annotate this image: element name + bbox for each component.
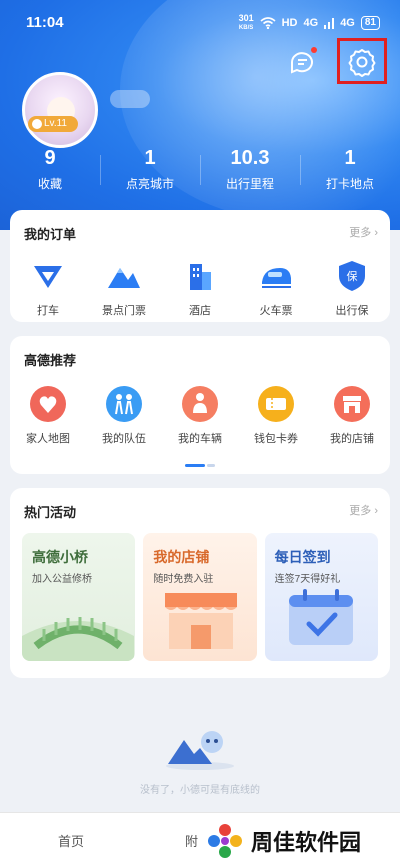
avatar[interactable] [22,72,98,148]
stat-checkins[interactable]: 1 打卡地点 [300,145,400,192]
signal-1: 4G [303,17,319,29]
recommend-card: 高德推荐 家人地图 我的队伍 我的车辆 钱包卡券 我的店铺 [10,336,390,474]
activities-card: 热门活动 更多 › 高德小桥 加入公益修桥 我的店铺 随时免费入驻 每日签到 连… [10,488,390,678]
rec-shop[interactable]: 我的店铺 [314,386,390,446]
bridge-illustration [22,617,134,661]
level-icon [32,119,42,129]
mountain-icon [106,258,142,294]
stat-mileage[interactable]: 10.3 出行里程 [200,145,300,192]
activity-checkin[interactable]: 每日签到 连签7天得好礼 [264,533,378,661]
status-icons: 301 KB/S HD 4G 4G 81 [239,14,380,32]
orders-grid: 打车 景点门票 酒店 火车票 保 出行保 [10,258,390,318]
order-hotel[interactable]: 酒店 [162,258,238,318]
family-map-icon [30,386,66,422]
orders-more-link[interactable]: 更多 › [349,224,378,240]
rec-team[interactable]: 我的队伍 [86,386,162,446]
net-speed: 301 KB/S [238,13,254,32]
watermark-logo-icon [208,824,242,858]
activities-more-link[interactable]: 更多 › [349,502,378,518]
stats-row: 9 收藏 1 点亮城市 10.3 出行里程 1 打卡地点 [0,145,400,192]
watermark: 周佳软件园 [205,815,400,867]
orders-title: 我的订单 [24,227,77,242]
end-of-list-text: 没有了，小德可是有底线的 [140,785,260,796]
rec-coupons[interactable]: 钱包卡券 [238,386,314,446]
wifi-icon [260,17,276,29]
vehicle-icon [182,386,218,422]
order-tickets[interactable]: 景点门票 [86,258,162,318]
hd-badge: HD [281,17,298,29]
rec-vehicle[interactable]: 我的车辆 [162,386,238,446]
activity-bridge[interactable]: 高德小桥 加入公益修桥 [22,533,136,661]
recommend-title: 高德推荐 [24,353,77,368]
team-icon [106,386,142,422]
page-indicator-inactive [207,464,215,467]
mascot-illustration [166,731,234,770]
battery-icon: 81 [360,16,380,30]
insurance-icon: 保 [334,258,370,294]
settings-button[interactable] [347,47,377,77]
tab-nearby[interactable]: 附 [185,831,198,850]
activities-title: 热门活动 [24,505,77,520]
clock: 11:04 [26,14,64,31]
end-of-list: 没有了，小德可是有底线的 [0,722,400,796]
stat-cities[interactable]: 1 点亮城市 [100,145,200,192]
activities-row: 高德小桥 加入公益修桥 我的店铺 随时免费入驻 每日签到 连签7天得好礼 [22,533,378,661]
gear-icon [348,49,376,77]
svg-text:保: 保 [347,269,358,283]
username-blurred[interactable] [110,90,150,108]
order-taxi[interactable]: 打车 [10,258,86,318]
tab-home[interactable]: 首页 [58,831,84,850]
message-button[interactable] [288,47,317,76]
activity-shop[interactable]: 我的店铺 随时免费入驻 [143,533,257,661]
calendar-illustration [288,589,353,645]
level-badge[interactable]: Lv.11 [28,116,78,132]
shop-icon [334,386,370,422]
watermark-text: 周佳软件园 [251,831,362,856]
page-indicator [185,464,215,467]
hotel-icon [182,258,218,294]
orders-card: 我的订单 更多 › 打车 景点门票 酒店 火车票 保 出行保 [10,210,390,322]
train-icon [258,258,294,294]
coupon-icon [258,386,294,422]
unread-dot [311,47,317,53]
shop-illustration [165,593,238,649]
page-indicator-active [185,464,205,467]
recommend-grid: 家人地图 我的队伍 我的车辆 钱包卡券 我的店铺 [10,386,390,446]
status-bar: 11:04 301 KB/S HD 4G 4G 81 [0,0,400,40]
stat-favorites[interactable]: 9 收藏 [0,145,100,192]
signal-icon [324,17,335,29]
order-insurance[interactable]: 保 出行保 [314,258,390,318]
rec-family-map[interactable]: 家人地图 [10,386,86,446]
taxi-icon [30,258,66,294]
signal-2: 4G [340,17,355,29]
order-train[interactable]: 火车票 [238,258,314,318]
